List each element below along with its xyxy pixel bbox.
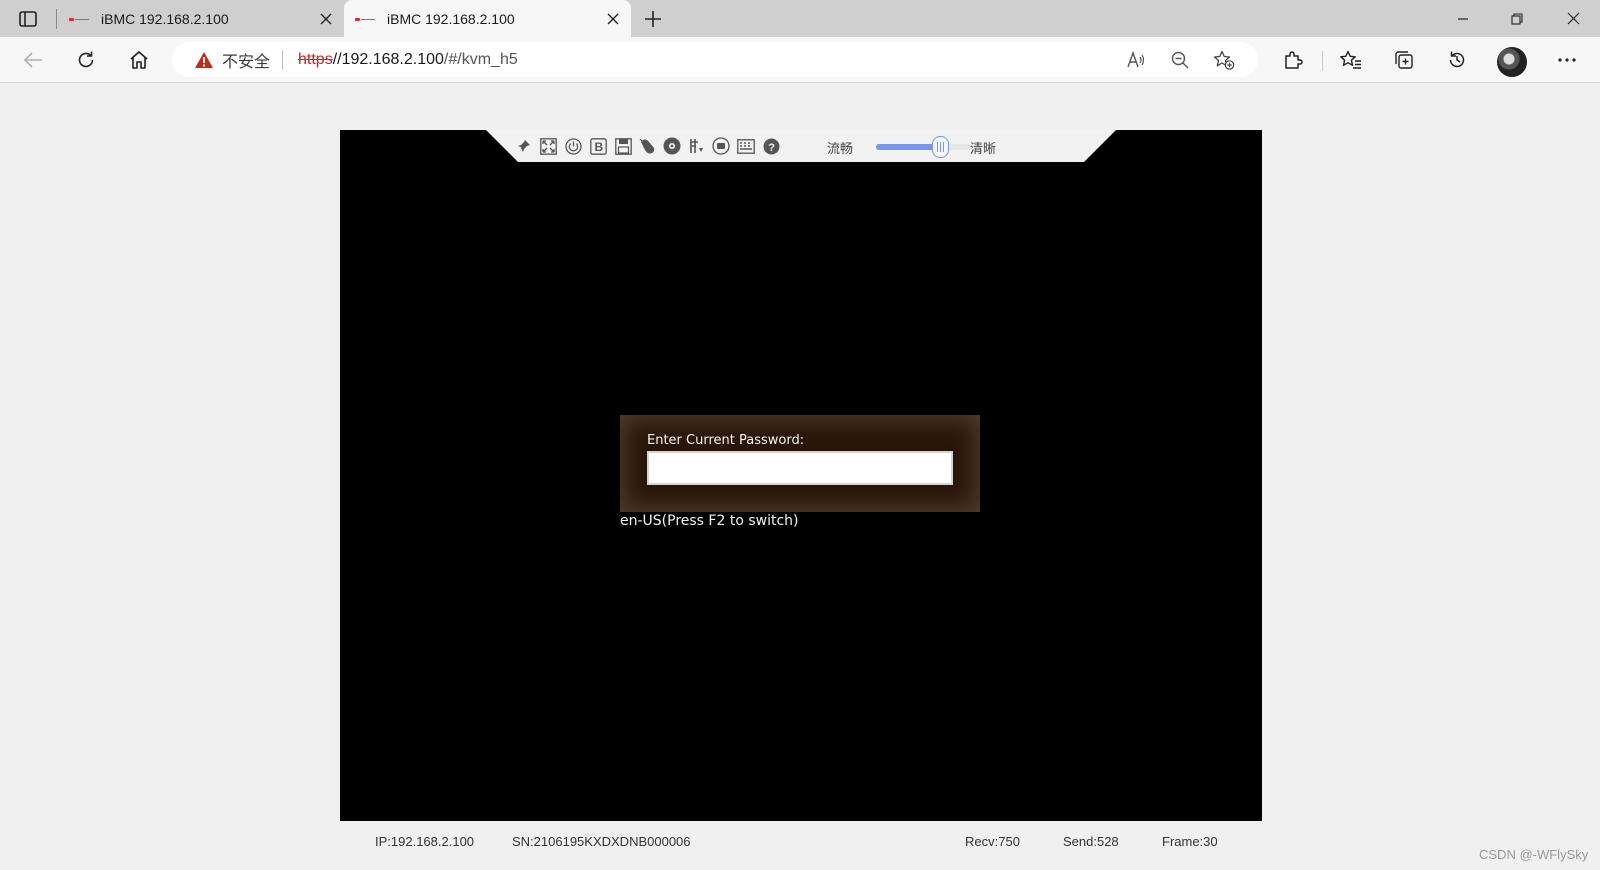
plus-icon	[645, 11, 661, 27]
read-aloud-button[interactable]	[1118, 42, 1154, 77]
password-input[interactable]	[647, 451, 953, 485]
quality-clear-label: 清晰	[970, 141, 997, 156]
cd-icon[interactable]	[663, 137, 681, 155]
close-icon	[607, 13, 619, 24]
password-prompt: Enter Current Password:	[647, 433, 805, 448]
power-icon[interactable]	[564, 137, 582, 155]
address-bar[interactable]: 不安全 https//192.168.2.100/#/kvm_h5	[172, 42, 1258, 77]
kvm-toolbar: B ? 流畅 清晰	[486, 130, 1116, 162]
puzzle-icon	[1285, 51, 1303, 69]
tab-actions-icon	[19, 10, 37, 27]
profile-avatar[interactable]	[1497, 47, 1527, 77]
svg-text:B: B	[594, 140, 603, 154]
tab-title: iBMC 192.168.2.100	[387, 10, 515, 27]
address-divider	[282, 49, 284, 70]
quality-slider[interactable]	[876, 144, 972, 150]
refresh-icon	[78, 51, 94, 68]
tab-close-button[interactable]	[599, 5, 627, 33]
url-host: //192.168.2.100	[332, 50, 444, 68]
history-button[interactable]	[1440, 43, 1474, 77]
quality-slider-thumb[interactable]	[932, 136, 949, 158]
screen-capture-icon[interactable]	[688, 137, 706, 155]
status-send: Send:528	[1063, 834, 1119, 849]
more-icon	[1558, 58, 1576, 62]
status-ip: IP:192.168.2.100	[375, 834, 475, 849]
url-text[interactable]: https//192.168.2.100/#/kvm_h5	[298, 51, 518, 69]
ibmc-favicon-icon	[69, 16, 89, 22]
quality-slider-fill	[876, 144, 940, 150]
mouse-icon[interactable]	[638, 137, 656, 155]
restore-icon	[1511, 12, 1523, 25]
svg-text:?: ?	[768, 142, 775, 154]
quality-smooth-label: 流畅	[827, 141, 854, 156]
kvm-status-bar: IP:192.168.2.100 SN:2106195KXDXDNB000006…	[340, 821, 1262, 861]
zoom-out-icon	[1171, 51, 1189, 68]
password-dialog: Enter Current Password:	[620, 415, 980, 512]
add-favorite-button[interactable]	[1206, 42, 1242, 77]
restore-button[interactable]	[1490, 0, 1544, 37]
ibmc-favicon-icon	[355, 16, 375, 22]
refresh-button[interactable]	[69, 43, 103, 77]
url-path: /#/kvm_h5	[443, 50, 518, 68]
tab-title: iBMC 192.168.2.100	[101, 10, 229, 27]
browser-toolbar: 不安全 https//192.168.2.100/#/kvm_h5	[0, 37, 1600, 83]
tab-separator	[56, 9, 57, 29]
fullscreen-icon[interactable]	[539, 137, 557, 155]
favorites-button[interactable]	[1334, 43, 1368, 77]
record-icon[interactable]	[712, 137, 730, 155]
tab-close-button[interactable]	[312, 5, 340, 33]
tab-actions-button[interactable]	[8, 0, 48, 37]
close-icon	[320, 13, 332, 24]
status-sn: SN:2106195KXDXDNB000006	[512, 834, 691, 849]
toolbar-separator	[1322, 51, 1323, 71]
close-icon	[1567, 12, 1579, 25]
new-tab-button[interactable]	[638, 4, 668, 34]
language-hint: en-US(Press F2 to switch)	[620, 513, 799, 529]
settings-menu-button[interactable]	[1550, 43, 1584, 77]
minimize-button[interactable]	[1436, 0, 1490, 37]
collections-button[interactable]	[1387, 43, 1421, 77]
collections-icon	[1395, 51, 1413, 69]
history-icon	[1449, 51, 1465, 68]
security-label[interactable]: 不安全	[222, 48, 270, 72]
browser-tab-2[interactable]: iBMC 192.168.2.100	[344, 0, 631, 37]
boot-option-icon[interactable]: B	[589, 137, 607, 155]
status-frame: Frame:30	[1162, 834, 1218, 849]
kvm-console[interactable]: B ? 流畅 清晰 Enter Current Password: en-US(…	[340, 130, 1262, 821]
close-window-button[interactable]	[1546, 0, 1600, 37]
url-scheme: https	[298, 50, 333, 68]
keyboard-icon[interactable]	[737, 137, 755, 155]
star-add-icon	[1213, 50, 1235, 70]
status-recv: Recv:750	[965, 834, 1020, 849]
extensions-button[interactable]	[1276, 43, 1310, 77]
minimize-icon	[1458, 17, 1468, 20]
pin-icon[interactable]	[515, 137, 533, 155]
warning-icon[interactable]	[194, 51, 214, 69]
back-button[interactable]	[16, 43, 50, 77]
back-arrow-icon	[23, 52, 42, 68]
home-icon	[130, 51, 148, 69]
tab-strip: iBMC 192.168.2.100 iBMC 192.168.2.100	[0, 0, 1600, 37]
floppy-icon[interactable]	[614, 137, 632, 155]
help-icon[interactable]: ?	[762, 137, 780, 155]
watermark: CSDN @-WFlySky	[1479, 847, 1589, 862]
home-button[interactable]	[122, 43, 156, 77]
read-aloud-icon	[1127, 50, 1145, 67]
browser-tab-1[interactable]: iBMC 192.168.2.100	[58, 0, 344, 37]
favorites-icon	[1340, 50, 1361, 69]
zoom-button[interactable]	[1162, 42, 1198, 77]
